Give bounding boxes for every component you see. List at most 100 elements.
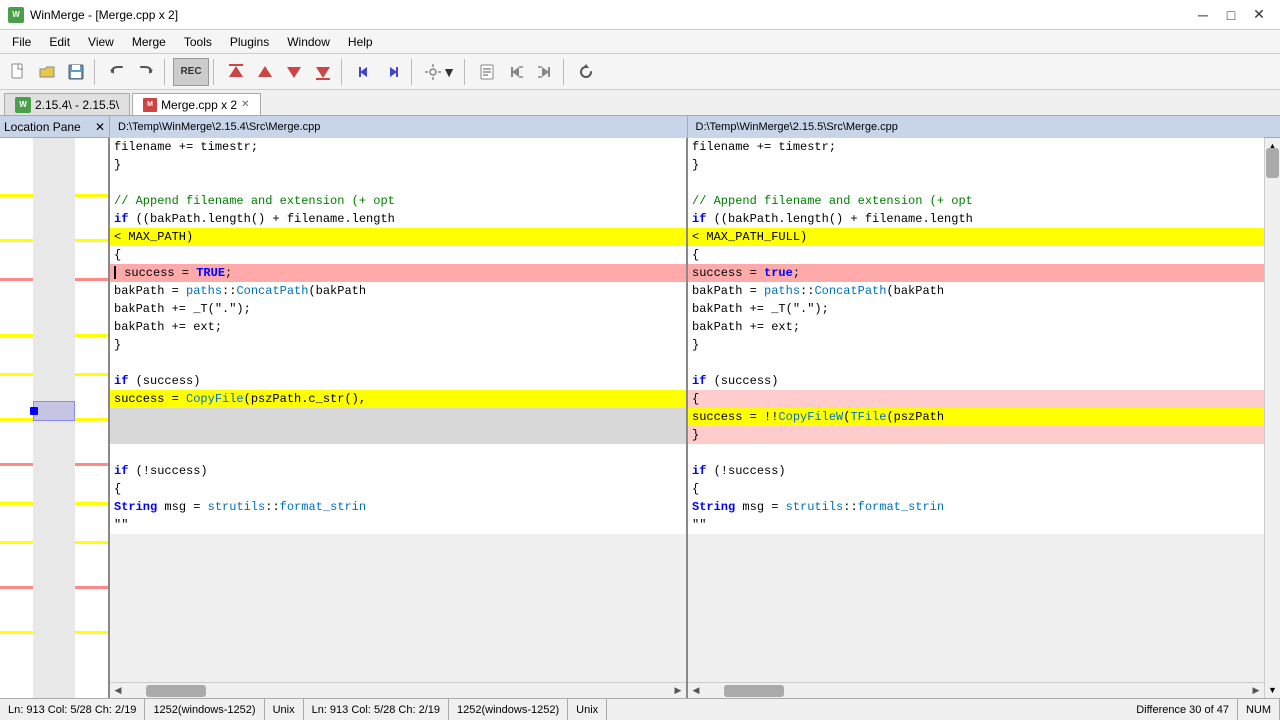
right-h-scroll-right[interactable]: ▶ [1248,683,1264,699]
v-scroll-down[interactable]: ▼ [1265,682,1280,698]
code-line-21[interactable]: "" [110,516,686,534]
generate-report-button[interactable] [473,58,501,86]
code-line-19[interactable]: { [110,480,686,498]
menu-item-help[interactable]: Help [340,33,381,51]
code-line-10[interactable]: bakPath += ext; [110,318,686,336]
options-button[interactable]: ▼ [420,58,460,86]
code-line-11[interactable]: } [110,336,686,354]
code-line-14[interactable]: success = CopyFile(pszPath.c_str(), [110,390,686,408]
code-line-18[interactable]: if (!success) [110,462,686,480]
save-left-button[interactable] [502,58,530,86]
code-line-21[interactable]: "" [688,516,1264,534]
menu-item-window[interactable]: Window [279,33,338,51]
prev-diff-button[interactable] [251,58,279,86]
code-line-12[interactable] [688,354,1264,372]
code-line-17[interactable] [688,444,1264,462]
location-pane-close-icon[interactable]: ✕ [95,120,105,134]
undo-button[interactable] [103,58,131,86]
right-h-scrollbar[interactable]: ◀ ▶ [688,682,1264,698]
maximize-button[interactable]: □ [1218,5,1244,25]
code-line-4[interactable]: if ((bakPath.length() + filename.length [110,210,686,228]
menu-item-plugins[interactable]: Plugins [222,33,277,51]
code-line-13[interactable]: if (success) [688,372,1264,390]
tab-folder-diff[interactable]: W 2.15.4\ - 2.15.5\ [4,93,130,115]
left-code-panel[interactable]: filename += timestr; } // Append filenam… [110,138,688,698]
copy-to-right-button[interactable] [379,58,407,86]
minimize-button[interactable]: ─ [1190,5,1216,25]
right-h-scroll-track[interactable] [704,683,1248,698]
code-line-1[interactable]: } [688,156,1264,174]
code-line-11[interactable]: } [688,336,1264,354]
code-line-10[interactable]: bakPath += ext; [688,318,1264,336]
code-line-16[interactable] [110,426,686,444]
code-line-9[interactable]: bakPath += _T("."); [110,300,686,318]
code-line-15[interactable] [110,408,686,426]
new-button[interactable] [4,58,32,86]
code-line-6[interactable]: { [688,246,1264,264]
code-line-5[interactable]: < MAX_PATH) [110,228,686,246]
right-code-scroll[interactable]: filename += timestr; } // Append filenam… [688,138,1264,682]
code-line-4[interactable]: if ((bakPath.length() + filename.length [688,210,1264,228]
right-code-panel[interactable]: filename += timestr; } // Append filenam… [688,138,1264,698]
code-line-9[interactable]: bakPath += _T("."); [688,300,1264,318]
code-line-0[interactable]: filename += timestr; [688,138,1264,156]
code-line-16[interactable]: } [688,426,1264,444]
tab-close-button[interactable]: ✕ [241,99,249,110]
code-line-5[interactable]: < MAX_PATH_FULL) [688,228,1264,246]
menu-item-tools[interactable]: Tools [176,33,220,51]
first-diff-button[interactable] [222,58,250,86]
left-h-scroll-left[interactable]: ◀ [110,683,126,699]
code-line-14[interactable]: { [688,390,1264,408]
right-encoding-status: 1252(windows-1252) [449,699,568,720]
recreate-button[interactable]: REC [173,58,209,86]
v-scroll-thumb[interactable] [1266,148,1279,178]
code-line-3[interactable]: // Append filename and extension (+ opt [110,192,686,210]
code-line-17[interactable] [110,444,686,462]
open-button[interactable] [33,58,61,86]
close-window-button[interactable]: ✕ [1246,5,1272,25]
code-line-15[interactable]: success = !!CopyFileW(TFile(pszPath [688,408,1264,426]
code-line-19[interactable]: { [688,480,1264,498]
save-right-button[interactable] [531,58,559,86]
code-line-18[interactable]: if (!success) [688,462,1264,480]
code-line-20[interactable]: String msg = strutils::format_strin [110,498,686,516]
code-text-1: } [692,158,699,172]
code-text-4: if ((bakPath.length() + filename.length [692,212,973,226]
code-line-2[interactable] [688,174,1264,192]
right-h-scroll-left[interactable]: ◀ [688,683,704,699]
last-diff-button[interactable] [309,58,337,86]
code-line-2[interactable] [110,174,686,192]
code-text-0: filename += timestr; [692,140,836,154]
refresh-button[interactable] [572,58,600,86]
copy-to-left-button[interactable] [350,58,378,86]
code-line-7[interactable]: success = TRUE; [110,264,686,282]
menu-item-merge[interactable]: Merge [124,33,174,51]
code-text-9: bakPath += _T("."); [692,302,829,316]
vertical-scrollbar[interactable]: ▲ ▼ [1264,138,1280,698]
left-h-scroll-thumb[interactable] [146,685,206,697]
code-line-13[interactable]: if (success) [110,372,686,390]
loc-marker-y6 [0,502,33,505]
left-code-scroll[interactable]: filename += timestr; } // Append filenam… [110,138,686,682]
code-line-12[interactable] [110,354,686,372]
tab-merge-cpp[interactable]: M Merge.cpp x 2 ✕ [132,93,260,115]
left-h-scroll-track[interactable] [126,683,670,698]
menu-item-file[interactable]: File [4,33,39,51]
left-h-scrollbar[interactable]: ◀ ▶ [110,682,686,698]
left-h-scroll-right[interactable]: ▶ [670,683,686,699]
code-line-7[interactable]: success = true; [688,264,1264,282]
redo-button[interactable] [132,58,160,86]
code-line-20[interactable]: String msg = strutils::format_strin [688,498,1264,516]
code-line-8[interactable]: bakPath = paths::ConcatPath(bakPath [688,282,1264,300]
menu-item-view[interactable]: View [80,33,122,51]
code-line-8[interactable]: bakPath = paths::ConcatPath(bakPath [110,282,686,300]
menu-item-edit[interactable]: Edit [41,33,78,51]
code-line-6[interactable]: { [110,246,686,264]
loc-right-strip [75,138,108,698]
code-line-1[interactable]: } [110,156,686,174]
code-line-0[interactable]: filename += timestr; [110,138,686,156]
save-button[interactable] [62,58,90,86]
next-diff-button[interactable] [280,58,308,86]
right-h-scroll-thumb[interactable] [724,685,784,697]
code-line-3[interactable]: // Append filename and extension (+ opt [688,192,1264,210]
